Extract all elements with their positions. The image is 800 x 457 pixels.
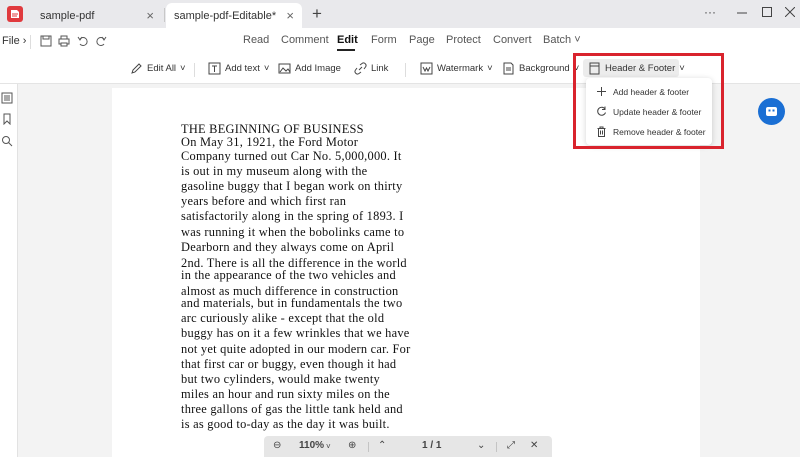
menu-batch[interactable]: Batch ˅ [543,34,581,46]
zoom-dropdown-icon[interactable]: ˅ [326,442,331,451]
doc-line[interactable]: years before and which first ran [181,194,346,209]
background-label: Background [519,63,570,74]
divider [368,442,369,452]
edit-all-label: Edit All [147,63,177,74]
doc-line[interactable]: but two cylinders, would make twenty [181,372,380,387]
link-button[interactable]: Link [354,62,388,75]
zoom-out-icon[interactable]: ⊖ [273,440,281,451]
menu-read[interactable]: Read [243,34,269,46]
file-menu[interactable]: File › [2,35,26,47]
divider [496,442,497,452]
text-box-icon [208,62,221,75]
menu-bar: File › Read Comment Edit Form Page Prote… [0,28,800,54]
fullscreen-icon[interactable]: ⤢ [507,440,515,451]
menu-page[interactable]: Page [409,34,435,46]
menu-batch-label: Batch [543,34,572,46]
doc-line[interactable]: satisfactorily along in the spring of 18… [181,209,404,224]
divider [30,35,31,49]
tab-sample-pdf-editable[interactable]: sample-pdf-Editable* × [166,3,302,28]
bookmark-icon[interactable] [1,113,13,125]
tab-label: sample-pdf-Editable* [174,9,277,22]
maximize-icon[interactable] [762,7,772,17]
file-menu-label: File [2,35,20,47]
left-sidebar [0,84,18,457]
thumbnails-icon[interactable] [1,92,13,104]
link-icon [354,62,367,75]
watermark-button[interactable]: Watermark ˅ [420,62,493,75]
close-tab-icon[interactable]: × [146,8,154,23]
save-icon[interactable] [40,35,52,47]
pencil-icon [131,63,142,74]
title-bar: sample-pdf × sample-pdf-Editable* × + ··… [0,0,800,28]
doc-line[interactable]: On May 31, 1921, the Ford Motor [181,135,358,150]
edit-all-button[interactable]: Edit All ˅ [130,62,186,75]
background-button[interactable]: Background ˅ [502,62,579,75]
menu-form[interactable]: Form [371,34,397,46]
close-tab-icon[interactable]: × [286,8,294,23]
divider [194,63,195,77]
minimize-icon[interactable] [737,7,747,19]
add-image-button[interactable]: Add Image [278,62,341,75]
highlight-box [573,53,724,149]
divider [405,63,406,77]
next-page-icon[interactable]: ⌄ [477,440,485,451]
chevron-down-icon: ˅ [487,63,493,74]
page-indicator[interactable]: 1 / 1 [422,440,441,451]
app-logo-icon [7,6,23,22]
add-text-label: Add text [225,63,260,74]
more-options-button[interactable]: ··· [704,5,716,19]
add-text-button[interactable]: Add text ˅ [208,62,269,75]
zoom-in-icon[interactable]: ⊕ [348,440,356,451]
menu-comment[interactable]: Comment [281,34,329,46]
assistant-icon [766,107,777,116]
active-menu-indicator [337,49,355,51]
doc-line[interactable]: not yet quite adopted in our modern car.… [181,342,411,357]
chevron-down-icon: ˅ [263,63,270,74]
tab-divider [164,8,165,22]
doc-line[interactable]: was running it when the bobolinks came t… [181,225,404,240]
background-icon [503,62,514,75]
watermark-label: Watermark [437,63,484,74]
doc-line[interactable]: is as good to-day as the day it was buil… [181,417,390,432]
watermark-icon [420,62,433,75]
doc-line[interactable]: that first car or buggy, even though it … [181,357,396,372]
doc-line[interactable]: arc curiously alike - except that the ol… [181,311,384,326]
add-image-label: Add Image [295,63,341,74]
undo-icon[interactable] [77,35,89,47]
zoom-toolbar: ⊖ 110% ˅ ⊕ ⌃ 1 / 1 ⌄ ⤢ ✕ [264,436,552,457]
menu-edit[interactable]: Edit [337,34,358,46]
tab-label: sample-pdf [40,9,95,22]
close-zoom-bar-icon[interactable]: ✕ [530,440,538,451]
doc-line[interactable]: in the appearance of the two vehicles an… [181,268,396,283]
doc-line[interactable]: is out in my museum along with the [181,164,367,179]
doc-line[interactable]: buggy has on it a few wrinkles that we h… [181,326,410,341]
chevron-down-icon: ˅ [180,63,186,74]
doc-line[interactable]: miles an hour and run sixty miles on the [181,387,390,402]
zoom-level[interactable]: 110% [299,440,324,451]
previous-page-icon[interactable]: ⌃ [378,440,386,451]
doc-line[interactable]: and materials, but in fundamentals the t… [181,296,402,311]
doc-line[interactable]: Dearborn and they always come on April [181,240,394,255]
image-icon [278,63,291,74]
menu-protect[interactable]: Protect [446,34,481,46]
redo-icon[interactable] [95,35,107,47]
menu-convert[interactable]: Convert [493,34,532,46]
link-label: Link [371,63,389,74]
tab-sample-pdf[interactable]: sample-pdf × [32,3,162,28]
doc-line[interactable]: Company turned out Car No. 5,000,000. It [181,149,402,164]
print-icon[interactable] [58,35,70,47]
search-icon[interactable] [1,135,13,147]
new-tab-button[interactable]: + [312,4,322,24]
close-window-icon[interactable] [785,7,795,17]
ai-assistant-button[interactable] [758,98,785,125]
doc-line[interactable]: gasoline buggy that I began work on thir… [181,179,402,194]
doc-line[interactable]: three gallons of gas the little tank hel… [181,402,403,417]
